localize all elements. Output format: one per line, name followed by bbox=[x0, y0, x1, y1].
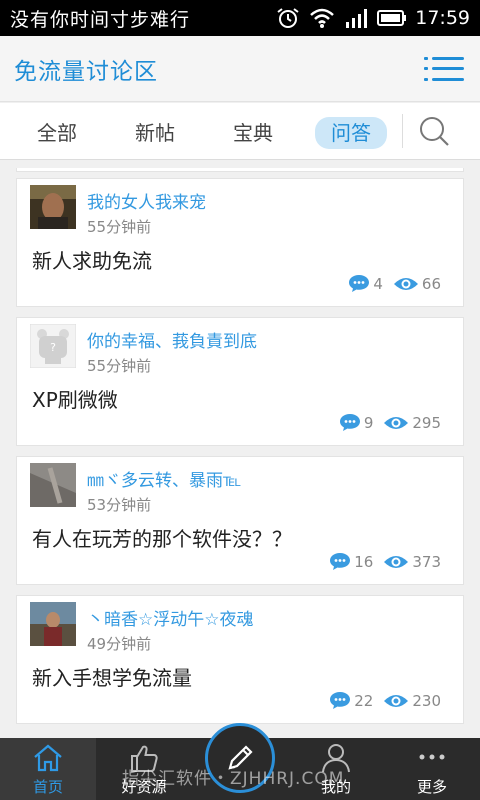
comment-icon bbox=[349, 275, 370, 292]
status-bar: 没有你时间寸步难行 17:59 bbox=[0, 0, 480, 36]
search-icon bbox=[420, 117, 449, 146]
app-header: 免流量讨论区 bbox=[0, 36, 480, 102]
nav-home[interactable]: 首页 bbox=[0, 738, 96, 800]
username[interactable]: 丶暗香☆浮动午☆夜魂 bbox=[87, 605, 253, 630]
page-title: 免流量讨论区 bbox=[14, 58, 158, 85]
post-stats: 9 295 bbox=[339, 413, 441, 432]
post-time: 53分钟前 bbox=[87, 496, 152, 514]
previous-card-edge bbox=[16, 168, 464, 172]
post-card[interactable]: 我的女人我来宠 55分钟前 新人求助免流 4 66 bbox=[16, 178, 464, 307]
comment-count: 4 bbox=[373, 274, 383, 293]
comment-count: 16 bbox=[354, 552, 374, 571]
post-time: 49分钟前 bbox=[87, 635, 152, 653]
eye-icon bbox=[384, 416, 409, 429]
post-time: 55分钟前 bbox=[87, 218, 152, 236]
tab-bar: 全部 新帖 宝典 问答 bbox=[0, 103, 480, 160]
eye-icon bbox=[384, 694, 409, 707]
eye-icon bbox=[393, 277, 418, 290]
wifi-icon bbox=[310, 8, 335, 28]
status-icons: 17:59 bbox=[275, 7, 470, 29]
post-card[interactable]: ? 你的幸福、莪負責到底 55分钟前 XP刷微微 9 295 bbox=[16, 317, 464, 446]
comment-count: 9 bbox=[363, 413, 374, 432]
comment-count: 22 bbox=[354, 691, 374, 710]
post-card[interactable]: 丶暗香☆浮动午☆夜魂 49分钟前 新入手想学免流量 22 230 bbox=[16, 595, 464, 724]
battery-icon bbox=[377, 10, 407, 26]
more-icon bbox=[419, 754, 445, 760]
view-count: 295 bbox=[412, 413, 441, 432]
avatar: ? bbox=[30, 324, 76, 368]
menu-line bbox=[424, 67, 464, 70]
tab-guides[interactable]: 宝典 bbox=[204, 117, 302, 146]
tab-divider bbox=[402, 114, 403, 148]
nav-label: 首页 bbox=[32, 778, 63, 796]
tab-new-posts[interactable]: 新帖 bbox=[106, 117, 204, 146]
avatar bbox=[30, 463, 76, 507]
view-count: 373 bbox=[412, 552, 441, 571]
post-list: 我的女人我来宠 55分钟前 新人求助免流 4 66 ? 你的幸福、莪負責到底 5… bbox=[0, 168, 480, 738]
nav-more[interactable]: 更多 bbox=[384, 738, 480, 800]
svg-text:?: ? bbox=[50, 341, 56, 354]
comment-icon bbox=[339, 414, 360, 431]
post-title[interactable]: XP刷微微 bbox=[32, 384, 118, 413]
nav-label: 更多 bbox=[416, 778, 447, 796]
post-time: 55分钟前 bbox=[87, 357, 152, 375]
view-count: 230 bbox=[412, 691, 441, 710]
watermark: 指尖汇软件・ZJHHRJ.COM bbox=[122, 769, 345, 789]
alarm-icon bbox=[277, 8, 299, 28]
menu-icon[interactable] bbox=[422, 54, 466, 84]
search-button[interactable] bbox=[409, 106, 459, 156]
post-stats: 16 373 bbox=[329, 552, 441, 571]
username[interactable]: 你的幸福、莪負責到底 bbox=[87, 327, 257, 352]
tab-all[interactable]: 全部 bbox=[8, 117, 106, 146]
menu-line bbox=[424, 56, 464, 60]
post-stats: 4 66 bbox=[348, 274, 441, 293]
signal-icon bbox=[346, 9, 368, 28]
avatar bbox=[30, 185, 76, 229]
home-icon bbox=[34, 744, 62, 772]
post-card[interactable]: ㎜ヾ多云转、暴雨℡ 53分钟前 有人在玩芳的那个软件没？？ 16 373 bbox=[16, 456, 464, 585]
menu-line bbox=[424, 77, 464, 81]
tab-label: 问答 bbox=[315, 116, 387, 149]
post-title[interactable]: 有人在玩芳的那个软件没？？ bbox=[32, 523, 292, 552]
tab-label: 新帖 bbox=[135, 120, 175, 145]
eye-icon bbox=[384, 555, 409, 568]
tab-label: 全部 bbox=[37, 120, 77, 145]
comment-icon bbox=[330, 692, 351, 709]
username[interactable]: ㎜ヾ多云转、暴雨℡ bbox=[87, 466, 241, 491]
username[interactable]: 我的女人我来宠 bbox=[87, 188, 206, 213]
comment-icon bbox=[330, 553, 351, 570]
tab-label: 宝典 bbox=[233, 120, 273, 145]
view-count: 66 bbox=[421, 274, 441, 293]
post-title[interactable]: 新人求助免流 bbox=[32, 245, 152, 274]
post-stats: 22 230 bbox=[329, 691, 441, 710]
status-text: 没有你时间寸步难行 bbox=[10, 8, 191, 31]
avatar bbox=[30, 602, 76, 646]
tab-qa[interactable]: 问答 bbox=[302, 116, 400, 149]
status-time: 17:59 bbox=[415, 7, 470, 29]
post-title[interactable]: 新入手想学免流量 bbox=[32, 662, 192, 691]
